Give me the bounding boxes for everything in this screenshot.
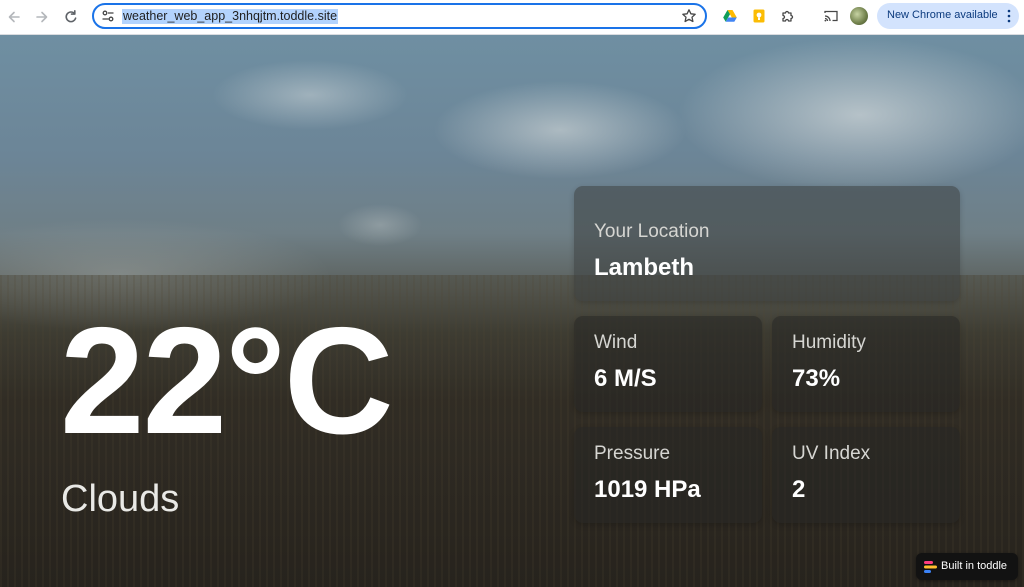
google-drive-icon [723,10,737,22]
location-card: Your Location Lambeth [574,186,960,301]
star-icon[interactable] [681,8,697,24]
kebab-menu-icon[interactable] [1007,9,1011,23]
reload-button[interactable] [60,6,82,28]
stat-label: UV Index [792,443,871,464]
location-name: Lambeth [594,254,695,281]
address-bar[interactable]: weather_web_app_3nhqjtm.toddle.site [92,3,707,29]
browser-toolbar: weather_web_app_3nhqjtm.toddle.site New … [0,0,1024,35]
puzzle-icon [782,10,794,22]
humidity-card: Humidity 73% [772,316,960,412]
badge-label: Built in toddle [941,560,1008,572]
weather-page: 22°C Clouds Your Location Lambeth Wind 6… [0,35,1024,587]
stat-value: 2 [792,476,806,503]
stat-label: Wind [594,332,638,353]
profile-avatar[interactable] [850,7,868,25]
stat-label: Humidity [792,332,866,353]
forward-button[interactable] [31,6,53,28]
stat-value: 1019 HPa [594,476,701,503]
tune-icon[interactable] [101,9,115,23]
stat-value: 73% [792,365,841,392]
forward-arrow-icon [36,11,48,23]
chrome-update-button[interactable]: New Chrome available [877,3,1019,29]
google-keep-icon [753,9,765,23]
back-button[interactable] [3,6,25,28]
weather-condition: Clouds [61,478,180,520]
toddle-logo-icon [924,561,937,573]
update-label: New Chrome available [887,9,998,21]
stat-label: Pressure [594,443,671,464]
reload-icon [65,10,77,23]
wind-card: Wind 6 M/S [574,316,762,412]
google-keep-extension[interactable] [750,7,768,25]
temperature-readout: 22°C [60,296,394,466]
extensions-button[interactable] [779,7,797,25]
back-arrow-icon [8,11,20,23]
pressure-card: Pressure 1019 HPa [574,427,762,523]
url-text[interactable]: weather_web_app_3nhqjtm.toddle.site [122,9,339,24]
location-label: Your Location [594,221,710,242]
uv-index-card: UV Index 2 [772,427,960,523]
stat-value: 6 M/S [594,365,657,392]
cast-icon [824,10,838,22]
cast-button[interactable] [822,7,840,25]
google-drive-extension[interactable] [721,7,739,25]
built-in-toddle-badge[interactable]: Built in toddle [916,553,1018,580]
